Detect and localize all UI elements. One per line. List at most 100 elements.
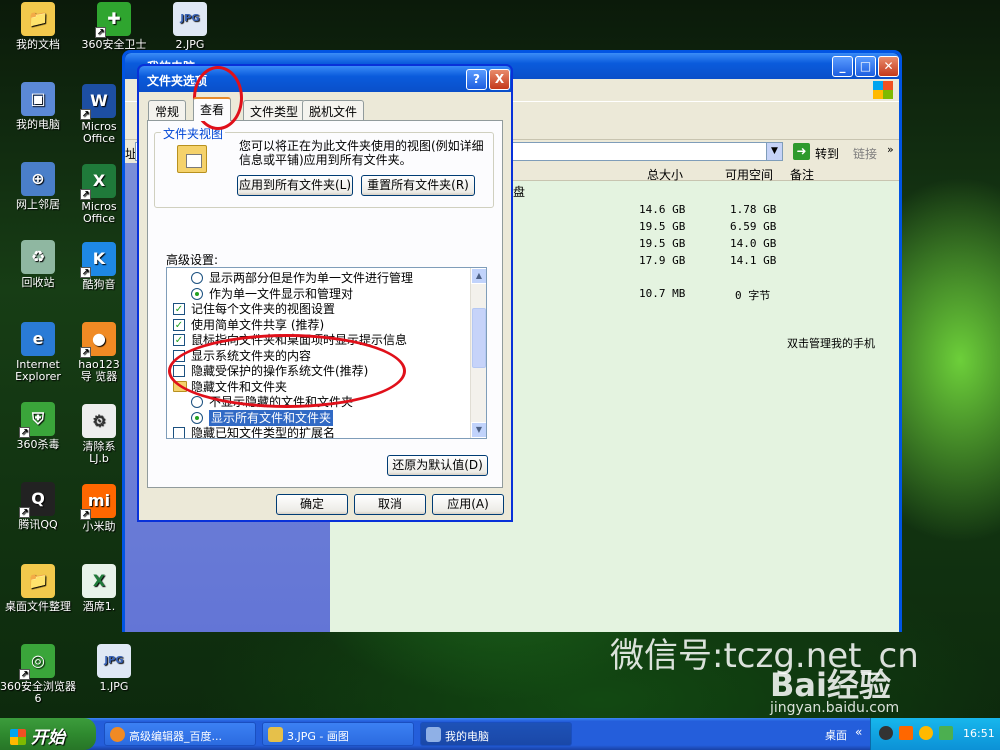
taskbar-item-my-computer[interactable]: 我的电脑	[420, 722, 572, 746]
setting-label: 作为单一文件显示和管理对	[209, 286, 354, 301]
excel-file-icon: X	[82, 564, 116, 598]
scroll-thumb[interactable]	[472, 308, 486, 368]
tab-view[interactable]: 查看	[193, 97, 232, 121]
go-arrow-icon[interactable]: ➜	[793, 143, 810, 160]
bat-file-icon: ⚙	[82, 404, 116, 438]
desktop-icon-qq[interactable]: Q ↗ 腾讯QQ	[0, 482, 76, 531]
close-button[interactable]: ✕	[878, 56, 899, 77]
volume-icon[interactable]	[919, 726, 933, 740]
advanced-settings-label: 高级设置:	[166, 253, 219, 267]
360-browser-icon: ◎ ↗	[19, 644, 55, 680]
my-computer-icon	[426, 727, 441, 742]
radio-button[interactable]	[191, 287, 203, 300]
scroll-up-icon[interactable]: ▲	[471, 268, 486, 284]
column-comment[interactable]: 备注	[790, 166, 814, 183]
jpg-file-icon: JPG	[173, 2, 207, 36]
chevron-down-icon[interactable]: ▼	[766, 143, 782, 160]
desktop-icon-excel[interactable]: X ↗ Micros Office	[76, 164, 122, 225]
setting-label: 显示两部分但是作为单一文件进行管理	[209, 271, 414, 285]
desktop-icon-recycle-bin[interactable]: ♻ 回收站	[0, 240, 76, 289]
setting-label: 隐藏已知文件类型的扩展名	[191, 426, 336, 439]
restore-defaults-button[interactable]: 还原为默认值(D)	[387, 455, 488, 476]
column-total-size[interactable]: 总大小	[647, 166, 683, 183]
folder-options-dialog: 文件夹选项 ? X 常规 查看 文件类型 脱机文件 文件夹视图 您可以将正在为此…	[137, 64, 513, 522]
jpg-file-icon: JPG	[97, 644, 131, 678]
tree-scrollbar[interactable]: ▲ ▼	[470, 268, 486, 438]
desktop-icon-word[interactable]: W ↗ Micros Office	[76, 84, 122, 145]
360-safe-icon: ✚ ↗	[95, 2, 131, 38]
checkbox[interactable]: ✓	[173, 303, 185, 315]
mi-icon: mi ↗	[80, 484, 116, 520]
folder-view-group: 文件夹视图 您可以将正在为此文件夹使用的视图(例如详细信息或平铺)应用到所有文件…	[154, 125, 494, 208]
desktop-toolbar-label[interactable]: 桌面	[825, 727, 847, 743]
radio-button[interactable]	[191, 411, 203, 424]
chevron-left-icon[interactable]: «	[855, 725, 862, 739]
advanced-settings-tree[interactable]: 显示两部分但是作为单一文件进行管理 作为单一文件显示和管理对 ✓ 记住每个文件夹的视图…	[166, 267, 487, 439]
dialog-body: 常规 查看 文件类型 脱机文件 文件夹视图 您可以将正在为此文件夹使用的视图(例…	[139, 92, 511, 520]
reset-all-folders-button[interactable]: 重置所有文件夹(R)	[361, 175, 475, 196]
dialog-title: 文件夹选项	[147, 74, 208, 88]
baidu-site-watermark: jingyan.baidu.com	[770, 700, 900, 716]
my-documents-icon: 📁	[21, 2, 55, 36]
cancel-button[interactable]: 取消	[354, 494, 426, 515]
desktop-icon-hao123[interactable]: ● ↗ hao123导 览器	[76, 322, 122, 383]
taskbar-item-browser[interactable]: 高级编辑器_百度...	[104, 722, 256, 746]
desktop-icon-360-browser[interactable]: ◎ ↗ 360安全浏览器6	[0, 644, 76, 705]
scroll-down-icon[interactable]: ▼	[471, 422, 486, 438]
tray-app-icon[interactable]	[879, 726, 893, 740]
dialog-titlebar[interactable]: 文件夹选项	[139, 66, 511, 92]
my-computer-icon: ▣	[21, 82, 55, 116]
checkbox[interactable]	[173, 427, 185, 438]
minimize-button[interactable]: _	[832, 56, 853, 77]
apply-to-all-folders-button[interactable]: 应用到所有文件夹(L)	[237, 175, 353, 196]
windows-logo-icon	[10, 729, 26, 745]
tab-file-types[interactable]: 文件类型	[243, 100, 306, 120]
desktop-icon-network[interactable]: ⊕ 网上邻居	[0, 162, 76, 211]
taskbar-item-paint[interactable]: 3.JPG - 画图	[262, 722, 414, 746]
folder-view-description: 您可以将正在为此文件夹使用的视图(例如详细信息或平铺)应用到所有文件夹。	[239, 139, 484, 167]
go-button[interactable]: 转到	[815, 145, 839, 162]
setting-label: 隐藏文件和文件夹	[191, 379, 288, 394]
checkbox[interactable]: ✓	[173, 318, 185, 331]
folder-view-group-title: 文件夹视图	[161, 125, 226, 142]
mi-icon[interactable]	[899, 726, 913, 740]
desktop-icon-my-computer[interactable]: ▣ 我的电脑	[0, 82, 76, 131]
setting-label: 显示所有文件和文件夹	[209, 409, 334, 426]
view-tab-panel: 文件夹视图 您可以将正在为此文件夹使用的视图(例如详细信息或平铺)应用到所有文件…	[147, 120, 503, 488]
start-button[interactable]: 开始	[0, 718, 96, 750]
setting-label: 鼠标指向文件夹和桌面项时显示提示信息	[191, 333, 408, 347]
setting-label: 不显示隐藏的文件和文件夹	[209, 395, 354, 409]
chevron-right-icon[interactable]: »	[887, 143, 894, 156]
tab-offline-files[interactable]: 脱机文件	[302, 100, 365, 120]
desktop-icon-bat[interactable]: ⚙ 清除系 LJ.b	[76, 404, 122, 465]
desktop-icon-my-documents[interactable]: 📁 我的文档	[0, 2, 76, 51]
desktop-icon-ie[interactable]: e Internet Explorer	[0, 322, 76, 383]
setting-label: 显示系统文件夹的内容	[191, 348, 312, 363]
apply-button[interactable]: 应用(A)	[432, 494, 504, 515]
ok-button[interactable]: 确定	[276, 494, 348, 515]
desktop-icon-360-antivirus[interactable]: ⛨ ↗ 360杀毒	[0, 402, 76, 451]
phone-manager-item[interactable]: 双击管理我的手机	[787, 335, 875, 351]
dialog-close-button[interactable]: X	[489, 69, 510, 90]
checkbox[interactable]	[173, 365, 185, 377]
desktop-icon-mi[interactable]: mi ↗ 小米助	[76, 484, 122, 533]
links-button[interactable]: 链接	[853, 145, 877, 162]
paint-icon	[268, 727, 283, 742]
network-icon[interactable]	[939, 726, 953, 740]
checkbox[interactable]	[173, 349, 185, 362]
radio-button[interactable]	[191, 396, 203, 408]
help-button[interactable]: ?	[466, 69, 487, 90]
desktop-icon-1jpg[interactable]: JPG 1.JPG	[76, 644, 152, 693]
desktop-icon-2jpg[interactable]: JPG 2.JPG	[152, 2, 228, 51]
desktop-icon-360-safe[interactable]: ✚ ↗ 360安全卫士	[76, 2, 152, 51]
desktop-icon-folder[interactable]: 📁 桌面文件整理	[0, 564, 76, 613]
column-free-space[interactable]: 可用空间	[725, 166, 773, 183]
tab-general[interactable]: 常规	[148, 100, 187, 120]
kugou-icon: K ↗	[80, 242, 116, 278]
radio-button[interactable]	[191, 272, 203, 284]
checkbox[interactable]: ✓	[173, 334, 185, 346]
desktop-icon-kugou[interactable]: K ↗ 酷狗音	[76, 242, 122, 291]
hao123-icon: ● ↗	[80, 322, 116, 358]
maximize-button[interactable]: □	[855, 56, 876, 77]
desktop-icon-excel-file[interactable]: X 酒席1.	[76, 564, 122, 613]
